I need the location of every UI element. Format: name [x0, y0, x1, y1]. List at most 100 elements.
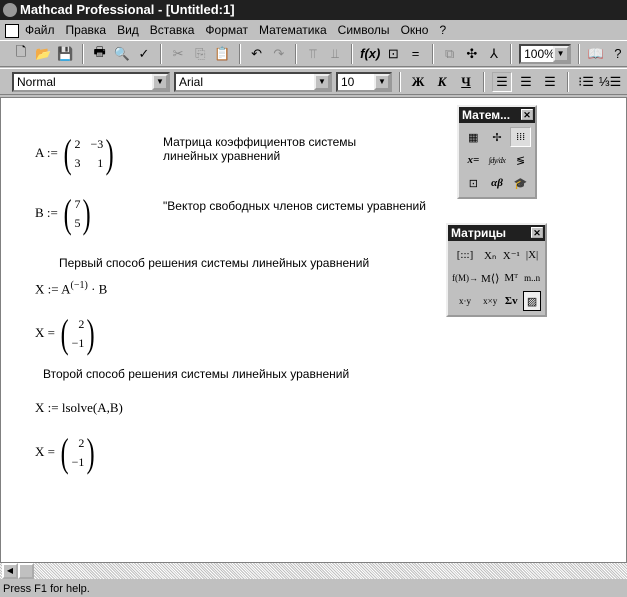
- column-button[interactable]: M⟨⟩: [481, 268, 499, 288]
- bullet-list-icon[interactable]: ⁝☰: [576, 72, 596, 92]
- paste-icon[interactable]: 📋: [213, 44, 231, 64]
- x-inverse-definition[interactable]: X := A(−1) · B: [35, 280, 107, 297]
- x-cell: 2: [78, 317, 85, 331]
- vector-sum-button[interactable]: Σv: [502, 291, 520, 311]
- open-icon[interactable]: 📂: [34, 44, 52, 64]
- close-icon[interactable]: ✕: [531, 227, 543, 238]
- zoom-select[interactable]: 100% ▼: [519, 43, 571, 64]
- x-cell: −1: [71, 455, 85, 469]
- resource-icon[interactable]: ✣: [463, 44, 481, 64]
- programming-icon[interactable]: ⊡: [463, 173, 484, 193]
- matrix-a-definition[interactable]: A := (2 −3 3 1): [35, 134, 117, 174]
- underline-button[interactable]: Ч: [456, 72, 476, 92]
- scroll-left-icon[interactable]: ◀: [2, 563, 18, 579]
- x-result-2[interactable]: X = (2 −1): [35, 433, 98, 473]
- italic-button[interactable]: К: [432, 72, 452, 92]
- size-select[interactable]: 10 ▼: [336, 71, 392, 92]
- cut-icon[interactable]: ✂: [169, 44, 187, 64]
- horizontal-scrollbar[interactable]: ◀: [0, 563, 627, 579]
- chevron-down-icon[interactable]: ▼: [314, 73, 330, 90]
- matrix-icon[interactable]: ⁞⁞⁞: [510, 127, 531, 147]
- style-select[interactable]: Normal ▼: [12, 71, 170, 92]
- scroll-thumb[interactable]: [18, 563, 34, 579]
- menu-symbols[interactable]: Символы: [338, 23, 390, 37]
- redo-icon[interactable]: ↷: [270, 44, 288, 64]
- calculus-button[interactable]: ∫dy/dx: [487, 150, 508, 170]
- bold-button[interactable]: Ж: [408, 72, 428, 92]
- x-eq: X =: [35, 324, 55, 340]
- numbered-list-icon[interactable]: ⅓☰: [599, 72, 622, 92]
- comment-b[interactable]: "Вектор свободных членов системы уравнен…: [163, 199, 426, 213]
- resource-center-icon[interactable]: 📖: [587, 44, 605, 64]
- hierarchy-icon[interactable]: ⅄: [485, 44, 503, 64]
- insert-unit-icon[interactable]: ⊡: [384, 44, 402, 64]
- range-button[interactable]: m..n: [523, 268, 541, 288]
- formatting-toolbar: Normal ▼ Arial ▼ 10 ▼ Ж К Ч ☰ ☰ ☰ ⁝☰ ⅓☰: [0, 68, 627, 95]
- evaluation-icon[interactable]: x=: [463, 150, 484, 170]
- chevron-down-icon[interactable]: ▼: [374, 73, 390, 90]
- picture-icon[interactable]: ▨: [523, 291, 541, 311]
- calculator-icon[interactable]: ▦: [463, 127, 484, 147]
- graph-icon[interactable]: ✢: [487, 127, 508, 147]
- x-result-1[interactable]: X = (2 −1): [35, 314, 98, 354]
- matrix-insert-button[interactable]: [:::]: [452, 245, 478, 265]
- math-palette-titlebar[interactable]: Матем... ✕: [459, 107, 535, 123]
- b-cell: 7: [74, 197, 81, 211]
- spell-check-icon[interactable]: ✓: [135, 44, 153, 64]
- symbolic-icon[interactable]: 🎓: [510, 173, 531, 193]
- x1-def: X := A: [35, 281, 71, 297]
- menu-view[interactable]: Вид: [117, 23, 139, 37]
- menu-edit[interactable]: Правка: [66, 23, 107, 37]
- math-palette: Матем... ✕ ▦ ✢ ⁞⁞⁞ x= ∫dy/dx ≶ ⊡ αβ 🎓: [457, 105, 537, 199]
- vector-b-definition[interactable]: B := (7 5): [35, 194, 94, 234]
- subscript-button[interactable]: Xₙ: [481, 245, 499, 265]
- transpose-button[interactable]: Mᵀ: [502, 268, 520, 288]
- font-select[interactable]: Arial ▼: [174, 71, 332, 92]
- vectorize-button[interactable]: f(M)→: [452, 268, 478, 288]
- method1-text[interactable]: Первый способ решения системы линейных у…: [59, 256, 369, 270]
- inverse-button[interactable]: X⁻¹: [502, 245, 520, 265]
- align-right-icon[interactable]: ☰: [540, 72, 560, 92]
- a-cell: 1: [97, 156, 104, 170]
- insert-function-icon[interactable]: f(x): [360, 44, 380, 64]
- chevron-down-icon[interactable]: ▼: [152, 73, 168, 90]
- help-icon[interactable]: ?: [609, 44, 627, 64]
- print-preview-icon[interactable]: 🔍: [113, 44, 131, 64]
- status-bar: Press F1 for help.: [3, 583, 90, 595]
- dot-product-button[interactable]: x·y: [452, 291, 478, 311]
- align-down-icon[interactable]: ⫫: [326, 44, 344, 64]
- copy-icon[interactable]: ⎘: [191, 44, 209, 64]
- size-value: 10: [341, 74, 355, 89]
- a-cell: −3: [90, 137, 104, 151]
- menu-file[interactable]: Файл: [25, 23, 55, 37]
- comment-a[interactable]: Матрица коэффициентов системы линейных ур…: [163, 135, 356, 163]
- matrix-palette-titlebar[interactable]: Матрицы ✕: [448, 225, 545, 241]
- print-icon[interactable]: 🖶: [91, 44, 109, 64]
- standard-toolbar: 🗋 📂 💾 🖶 🔍 ✓ ✂ ⎘ 📋 ↶ ↷ ⫪ ⫫ f(x) ⊡ = ⧉ ✣ ⅄ 100% ▼ 📖?: [0, 40, 627, 67]
- determinant-button[interactable]: |X|: [523, 245, 541, 265]
- menu-insert[interactable]: Вставка: [150, 23, 195, 37]
- cross-product-button[interactable]: x×y: [481, 291, 499, 311]
- chevron-down-icon[interactable]: ▼: [552, 45, 569, 62]
- document-icon[interactable]: [5, 23, 19, 38]
- menu-format[interactable]: Формат: [205, 23, 248, 37]
- new-icon[interactable]: 🗋: [12, 44, 30, 64]
- align-top-icon[interactable]: ⫪: [304, 44, 322, 64]
- undo-icon[interactable]: ↶: [248, 44, 266, 64]
- x-lsolve-definition[interactable]: X := lsolve(A,B): [35, 400, 123, 416]
- calculate-icon[interactable]: =: [406, 44, 424, 64]
- boolean-icon[interactable]: ≶: [510, 150, 531, 170]
- save-icon[interactable]: 💾: [56, 44, 74, 64]
- greek-icon[interactable]: αβ: [487, 173, 508, 193]
- menu-window[interactable]: Окно: [401, 23, 429, 37]
- method2-text[interactable]: Второй способ решения системы линейных у…: [43, 367, 349, 381]
- close-icon[interactable]: ✕: [521, 109, 533, 120]
- menu-math[interactable]: Математика: [259, 23, 327, 37]
- menu-help[interactable]: ?: [439, 23, 446, 37]
- mathcad-logo-icon: [3, 3, 17, 17]
- component-icon[interactable]: ⧉: [441, 44, 459, 64]
- align-center-icon[interactable]: ☰: [516, 72, 536, 92]
- worksheet[interactable]: A := (2 −3 3 1) Матрица коэффициентов систе…: [0, 97, 627, 563]
- align-left-icon[interactable]: ☰: [492, 71, 512, 92]
- math-palette-title: Матем...: [462, 108, 511, 122]
